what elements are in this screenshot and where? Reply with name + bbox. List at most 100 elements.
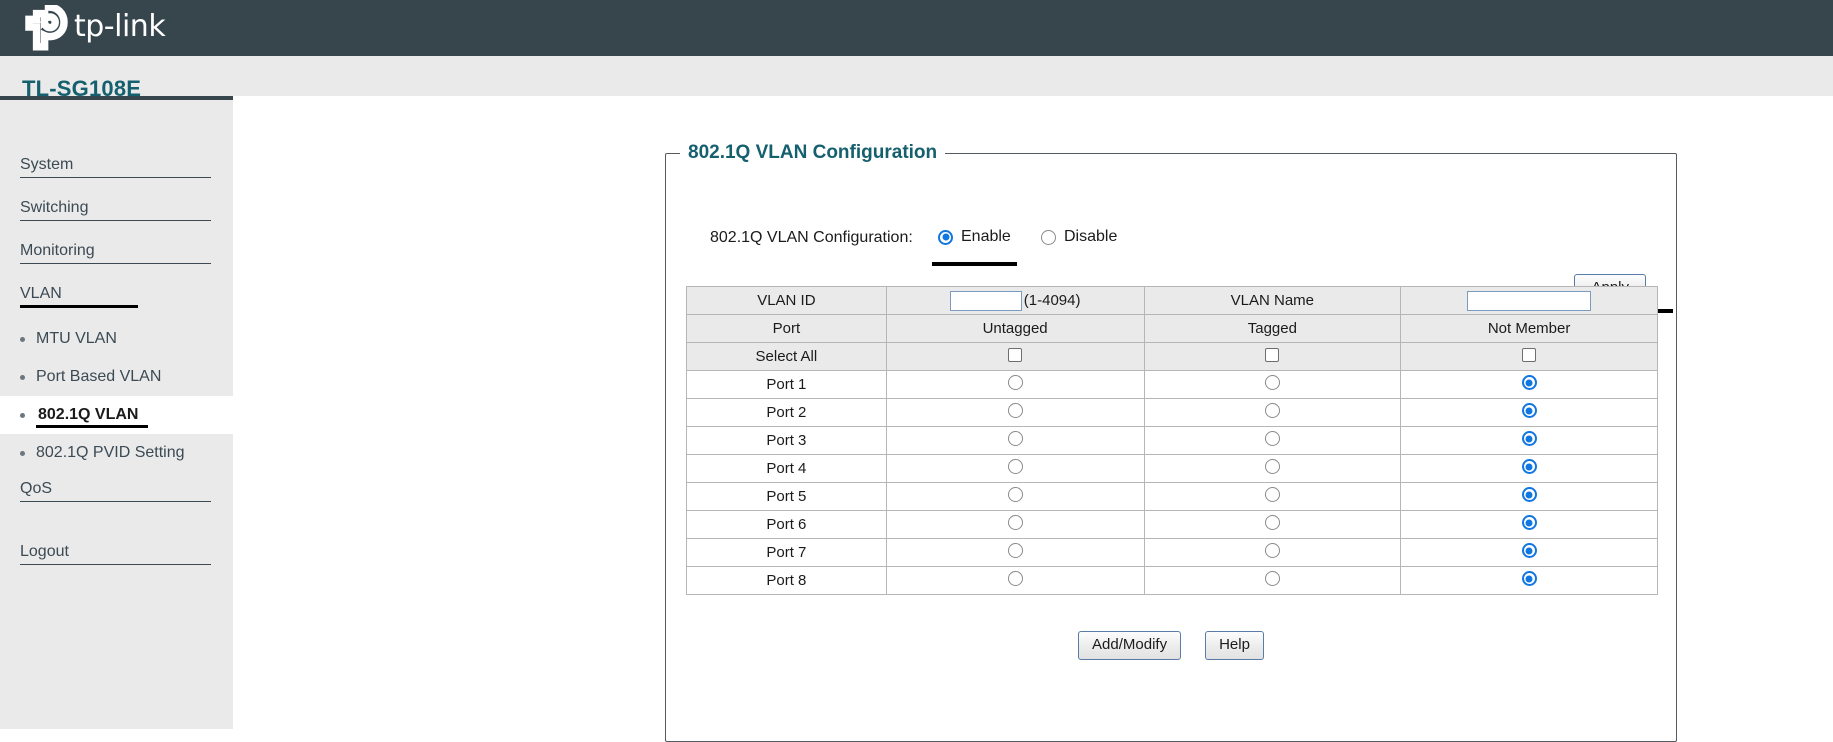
- sidebar-item-label: 802.1Q PVID Setting: [36, 444, 185, 462]
- radio-tagged-icon[interactable]: [1265, 459, 1280, 474]
- radio-untagged-icon[interactable]: [1008, 403, 1023, 418]
- radio-tagged-icon[interactable]: [1265, 403, 1280, 418]
- vlan-enable-row: 802.1Q VLAN Configuration: Enable Disabl…: [666, 220, 1676, 260]
- vlan-id-input[interactable]: [950, 291, 1022, 311]
- radio-tagged-icon[interactable]: [1265, 571, 1280, 586]
- column-header-untagged: Untagged: [886, 315, 1144, 343]
- radio-tagged-icon[interactable]: [1265, 543, 1280, 558]
- vlan-config-label: 802.1Q VLAN Configuration:: [710, 229, 913, 247]
- sidebar-spacer: [0, 515, 233, 535]
- main-content: 802.1Q VLAN Configuration 802.1Q VLAN Co…: [233, 96, 1833, 729]
- bullet-icon: [20, 413, 25, 418]
- enable-selection-underline: [932, 262, 1017, 266]
- tp-link-logo-icon: [18, 5, 70, 51]
- divider: [20, 220, 211, 221]
- radio-tagged-icon[interactable]: [1265, 515, 1280, 530]
- port-not-member-cell: [1401, 511, 1658, 539]
- table-column-header-row: Port Untagged Tagged Not Member: [687, 315, 1658, 343]
- sidebar-item-switching[interactable]: Switching: [0, 191, 233, 224]
- radio-tagged-icon[interactable]: [1265, 375, 1280, 390]
- port-untagged-cell: [886, 483, 1144, 511]
- port-untagged-cell: [886, 399, 1144, 427]
- radio-not-member-icon[interactable]: [1522, 431, 1537, 446]
- radio-untagged-icon[interactable]: [1008, 515, 1023, 530]
- sidebar-item-system[interactable]: System: [0, 148, 233, 181]
- add-modify-button[interactable]: Add/Modify: [1078, 631, 1181, 660]
- port-label: Port 5: [687, 483, 887, 511]
- divider: [20, 501, 211, 502]
- sidebar-item-port-based-vlan[interactable]: Port Based VLAN: [0, 358, 233, 396]
- port-tagged-cell: [1144, 539, 1401, 567]
- sidebar-item-logout[interactable]: Logout: [0, 535, 233, 568]
- divider: [20, 263, 211, 264]
- radio-not-member-icon[interactable]: [1522, 487, 1537, 502]
- port-label: Port 8: [687, 567, 887, 595]
- sidebar-item-monitoring[interactable]: Monitoring: [0, 234, 233, 267]
- sidebar-item-label: Monitoring: [20, 242, 95, 260]
- sidebar-item-8021q-vlan[interactable]: 802.1Q VLAN: [0, 396, 233, 434]
- port-not-member-cell: [1401, 483, 1658, 511]
- radio-tagged-icon[interactable]: [1265, 487, 1280, 502]
- radio-enable-icon[interactable]: [938, 230, 953, 245]
- select-all-not-member-cell: [1401, 343, 1658, 371]
- radio-not-member-icon[interactable]: [1522, 459, 1537, 474]
- sidebar-item-8021q-pvid-setting[interactable]: 802.1Q PVID Setting: [0, 434, 233, 472]
- port-label: Port 6: [687, 511, 887, 539]
- radio-untagged-icon[interactable]: [1008, 571, 1023, 586]
- panel-legend: 802.1Q VLAN Configuration: [680, 142, 945, 164]
- vlan-configuration-panel: 802.1Q VLAN Configuration 802.1Q VLAN Co…: [665, 142, 1677, 742]
- sidebar-item-mtu-vlan[interactable]: MTU VLAN: [0, 320, 233, 358]
- sidebar-item-vlan[interactable]: VLAN: [0, 277, 233, 310]
- vlan-name-input[interactable]: [1467, 291, 1591, 311]
- port-untagged-cell: [886, 455, 1144, 483]
- sidebar-item-label: 802.1Q VLAN: [36, 406, 142, 424]
- vlan-disable-option[interactable]: Disable: [1041, 228, 1117, 246]
- help-button[interactable]: Help: [1205, 631, 1264, 660]
- table-row: Port 5: [687, 483, 1658, 511]
- bullet-icon: [20, 451, 25, 456]
- port-not-member-cell: [1401, 371, 1658, 399]
- select-all-untagged-checkbox[interactable]: [1008, 348, 1022, 362]
- radio-not-member-icon[interactable]: [1522, 515, 1537, 530]
- port-tagged-cell: [1144, 455, 1401, 483]
- radio-not-member-icon[interactable]: [1522, 403, 1537, 418]
- bullet-icon: [20, 337, 25, 342]
- port-untagged-cell: [886, 427, 1144, 455]
- sidebar-item-qos[interactable]: QoS: [0, 472, 233, 505]
- radio-not-member-icon[interactable]: [1522, 543, 1537, 558]
- radio-untagged-icon[interactable]: [1008, 459, 1023, 474]
- radio-not-member-icon[interactable]: [1522, 571, 1537, 586]
- brand-name: tp-link: [74, 12, 165, 45]
- table-row: Port 6: [687, 511, 1658, 539]
- radio-untagged-icon[interactable]: [1008, 487, 1023, 502]
- radio-tagged-icon[interactable]: [1265, 431, 1280, 446]
- column-header-not-member: Not Member: [1401, 315, 1658, 343]
- port-label: Port 3: [687, 427, 887, 455]
- sidebar-item-label: Switching: [20, 199, 88, 217]
- vlan-id-input-cell: (1-4094): [886, 287, 1144, 315]
- port-not-member-cell: [1401, 427, 1658, 455]
- vlan-enable-option[interactable]: Enable: [938, 228, 1011, 246]
- divider: [20, 177, 211, 178]
- vlan-enable-label: Enable: [961, 228, 1011, 246]
- sidebar-item-label: VLAN: [20, 285, 66, 303]
- radio-untagged-icon[interactable]: [1008, 431, 1023, 446]
- model-banner: [0, 56, 1833, 96]
- port-label: Port 4: [687, 455, 887, 483]
- radio-untagged-icon[interactable]: [1008, 375, 1023, 390]
- vlan-name-input-cell: [1401, 287, 1658, 315]
- port-not-member-cell: [1401, 567, 1658, 595]
- brand-logo[interactable]: tp-link: [18, 5, 165, 51]
- select-all-tagged-cell: [1144, 343, 1401, 371]
- sidebar-item-label: System: [20, 156, 73, 174]
- column-header-port: Port: [687, 315, 887, 343]
- select-all-tagged-checkbox[interactable]: [1265, 348, 1279, 362]
- sidebar-item-label: Logout: [20, 543, 69, 561]
- radio-not-member-icon[interactable]: [1522, 375, 1537, 390]
- select-all-not-member-checkbox[interactable]: [1522, 348, 1536, 362]
- radio-untagged-icon[interactable]: [1008, 543, 1023, 558]
- sidebar-item-label: QoS: [20, 480, 52, 498]
- radio-disable-icon[interactable]: [1041, 230, 1056, 245]
- port-tagged-cell: [1144, 511, 1401, 539]
- port-tagged-cell: [1144, 399, 1401, 427]
